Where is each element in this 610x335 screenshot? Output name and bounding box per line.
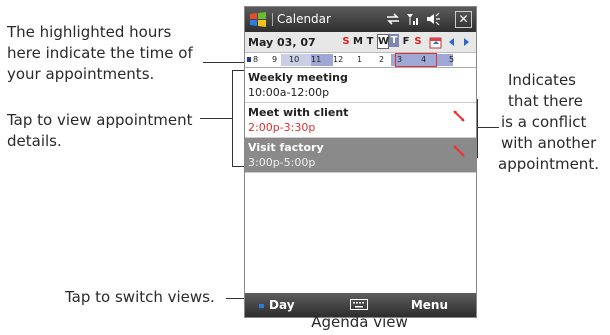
title-separator — [272, 13, 273, 26]
hour-label: 11 — [311, 55, 322, 64]
day-friday[interactable]: F — [401, 36, 411, 47]
conflict-callout-line: appointment. — [498, 155, 599, 173]
hour-label: 12 — [333, 55, 344, 64]
hour-label: 10 — [289, 55, 300, 64]
keyboard-icon[interactable] — [350, 299, 368, 310]
volume-icon[interactable] — [425, 11, 441, 27]
appointment-row[interactable]: Meet with client 2:00p-3:30p — [245, 103, 476, 138]
details-bracket-top — [232, 70, 244, 71]
details-callout-line: Tap to view appointment — [7, 111, 193, 129]
conflict-callout-line: that there — [508, 92, 583, 110]
appointment-time: 2:00p-3:30p — [248, 121, 316, 134]
close-icon[interactable]: ✕ — [455, 11, 472, 28]
day-monday[interactable]: M — [353, 36, 363, 47]
title-bar: Calendar ✕ — [245, 7, 476, 32]
appointment-time: 10:00a-12:00p — [248, 86, 330, 99]
day-wednesday[interactable]: W — [377, 34, 389, 49]
conflict-bracket-vertical — [477, 99, 478, 157]
appointment-row-selected[interactable]: Visit factory 3:00p-5:00p — [245, 138, 476, 173]
details-callout-connector — [200, 118, 232, 119]
conflict-callout-line: Indicates — [508, 71, 576, 89]
appointment-subject: Weekly meeting — [248, 71, 348, 84]
hour-strip-marker — [247, 57, 251, 62]
appointment-subject: Meet with client — [248, 106, 349, 119]
current-date[interactable]: May 03, 07 — [248, 36, 316, 49]
signal-icon[interactable] — [405, 11, 421, 27]
hour-label: 4 — [421, 55, 427, 64]
hour-strip[interactable]: 8 9 10 11 12 1 2 3 4 5 — [245, 53, 476, 68]
date-bar: May 03, 07 S M T W T F S — [245, 32, 476, 53]
softkey-indicator — [259, 304, 264, 308]
conflict-callout-line: is a conflict — [501, 113, 587, 131]
figure-caption: Agenda view — [311, 313, 408, 331]
calendar-screen: Calendar ✕ May 03, 07 S M T W T F S 8 9 … — [244, 6, 477, 318]
arrow-left-icon[interactable] — [445, 35, 459, 49]
conflict-callout: Indicates that there is a conflict with … — [498, 70, 599, 175]
details-callout: Tap to view appointment details. — [7, 110, 193, 152]
day-sunday[interactable]: S — [341, 36, 351, 47]
windows-flag-icon[interactable] — [249, 11, 267, 29]
hour-label: 8 — [253, 55, 259, 64]
appointment-subject: Visit factory — [248, 141, 324, 154]
details-callout-line: details. — [7, 132, 62, 150]
appointment-row[interactable]: Weekly meeting 10:00a-12:00p — [245, 68, 476, 103]
hour-label: 3 — [397, 55, 403, 64]
go-to-today-icon[interactable] — [429, 35, 443, 49]
day-tuesday[interactable]: T — [365, 36, 375, 47]
conflict-callout-connector — [477, 127, 499, 128]
hour-label: 2 — [379, 55, 385, 64]
hours-callout: The highlighted hours here indicate the … — [7, 22, 193, 85]
hours-callout-line: your appointments. — [7, 65, 155, 83]
hour-label: 5 — [449, 55, 455, 64]
conflict-icon — [453, 110, 465, 122]
hours-callout-line-connector — [203, 62, 245, 63]
hours-callout-line: The highlighted hours — [7, 23, 172, 41]
sync-icon[interactable] — [385, 11, 401, 27]
details-bracket-vertical — [232, 70, 233, 166]
day-saturday[interactable]: S — [413, 36, 423, 47]
softkey-left-day[interactable]: Day — [269, 298, 295, 312]
switch-views-callout-text: Tap to switch views. — [65, 288, 215, 306]
day-thursday[interactable]: T — [389, 34, 399, 47]
conflict-icon — [453, 145, 465, 157]
app-title: Calendar — [277, 12, 331, 26]
details-bracket-bottom — [232, 166, 244, 167]
appointment-time: 3:00p-5:00p — [248, 156, 316, 169]
hour-label: 1 — [357, 55, 363, 64]
conflict-callout-line: with another — [501, 134, 597, 152]
hours-callout-line: here indicate the time of — [7, 44, 193, 62]
hour-label: 9 — [272, 55, 278, 64]
softkey-right-menu[interactable]: Menu — [411, 298, 448, 312]
arrow-right-icon[interactable] — [459, 35, 473, 49]
switch-views-callout: Tap to switch views. — [65, 287, 215, 308]
